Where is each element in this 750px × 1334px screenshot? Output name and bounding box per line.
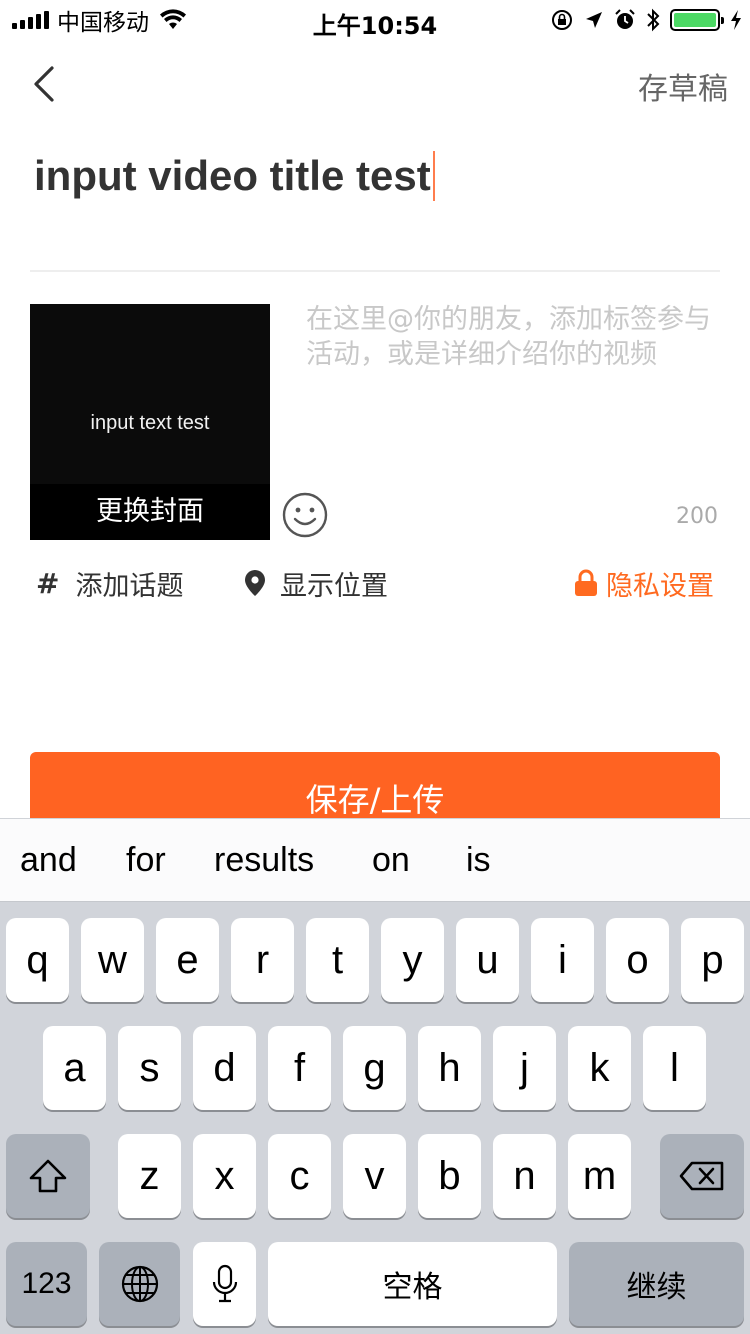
key-p[interactable]: p xyxy=(681,918,744,1002)
key-f[interactable]: f xyxy=(268,1026,331,1110)
title-divider xyxy=(30,270,720,272)
key-w[interactable]: w xyxy=(81,918,144,1002)
key-h[interactable]: h xyxy=(418,1026,481,1110)
back-button[interactable] xyxy=(22,62,66,106)
char-count: 200 xyxy=(676,504,718,529)
privacy-settings-button[interactable]: 隐私设置 xyxy=(574,563,714,603)
hash-icon: # xyxy=(36,566,60,600)
smiley-icon xyxy=(282,492,328,538)
key-s[interactable]: s xyxy=(118,1026,181,1110)
key-x[interactable]: x xyxy=(193,1134,256,1218)
location-pin-icon xyxy=(245,570,265,596)
key-j[interactable]: j xyxy=(493,1026,556,1110)
emoji-button[interactable] xyxy=(282,492,328,538)
key-z[interactable]: z xyxy=(118,1134,181,1218)
key-e[interactable]: e xyxy=(156,918,219,1002)
key-v[interactable]: v xyxy=(343,1134,406,1218)
key-n[interactable]: n xyxy=(493,1134,556,1218)
text-caret xyxy=(432,151,435,201)
delete-key[interactable] xyxy=(660,1134,744,1218)
save-upload-label: 保存/上传 xyxy=(305,781,445,818)
key-g[interactable]: g xyxy=(343,1026,406,1110)
suggestion-item[interactable]: is xyxy=(466,841,491,880)
suggestion-item[interactable]: on xyxy=(372,841,410,880)
numbers-key[interactable]: 123 xyxy=(6,1242,87,1326)
keyboard-suggestion-bar: and for results on is xyxy=(0,818,750,902)
change-cover-button[interactable]: 更换封面 xyxy=(30,484,270,540)
bluetooth-icon xyxy=(647,8,660,32)
key-b[interactable]: b xyxy=(418,1134,481,1218)
alarm-icon xyxy=(615,9,635,29)
space-key[interactable]: 空格 xyxy=(268,1242,557,1326)
key-a[interactable]: a xyxy=(43,1026,106,1110)
keyboard: q w e r t y u i o p a s d f g h j k l z … xyxy=(0,902,750,1334)
video-cover[interactable]: input text test 更换封面 xyxy=(30,304,270,540)
location-arrow-icon xyxy=(586,12,602,28)
continue-key[interactable]: 继续 xyxy=(569,1242,744,1326)
save-draft-button[interactable]: 存草稿 xyxy=(638,64,728,108)
microphone-key[interactable] xyxy=(193,1242,256,1326)
key-t[interactable]: t xyxy=(306,918,369,1002)
shift-key[interactable] xyxy=(6,1134,90,1218)
globe-icon xyxy=(121,1265,158,1303)
backspace-icon xyxy=(679,1161,724,1191)
chevron-left-icon xyxy=(34,66,54,102)
orientation-lock-icon xyxy=(552,10,572,30)
shift-arrow-icon xyxy=(29,1159,67,1193)
key-y[interactable]: y xyxy=(381,918,444,1002)
description-input[interactable]: 在这里@你的朋友，添加标签参与活动，或是详细介绍你的视频 xyxy=(306,302,716,372)
microphone-icon xyxy=(212,1264,237,1303)
globe-key[interactable] xyxy=(99,1242,180,1326)
key-o[interactable]: o xyxy=(606,918,669,1002)
status-bar: 中国移动 上午10:54 xyxy=(0,0,750,40)
add-topic-button[interactable]: # 添加话题 xyxy=(36,563,183,603)
save-upload-button[interactable]: 保存/上传 xyxy=(30,752,720,818)
suggestion-item[interactable]: and xyxy=(20,841,77,880)
cover-preview-text: input text test xyxy=(90,412,210,434)
privacy-settings-label: 隐私设置 xyxy=(606,570,714,602)
lock-icon xyxy=(575,569,597,596)
key-q[interactable]: q xyxy=(6,918,69,1002)
key-i[interactable]: i xyxy=(531,918,594,1002)
suggestion-item[interactable]: results xyxy=(214,841,314,880)
battery-icon xyxy=(670,9,724,31)
key-c[interactable]: c xyxy=(268,1134,331,1218)
video-title-input[interactable]: input video title test xyxy=(34,146,714,206)
key-r[interactable]: r xyxy=(231,918,294,1002)
show-location-button[interactable]: 显示位置 xyxy=(244,563,388,603)
add-topic-label: 添加话题 xyxy=(75,570,184,602)
key-k[interactable]: k xyxy=(568,1026,631,1110)
charging-bolt-icon xyxy=(731,10,741,30)
status-right xyxy=(550,7,742,33)
show-location-label: 显示位置 xyxy=(280,570,388,602)
suggestion-item[interactable]: for xyxy=(126,841,166,880)
key-u[interactable]: u xyxy=(456,918,519,1002)
key-m[interactable]: m xyxy=(568,1134,631,1218)
key-l[interactable]: l xyxy=(643,1026,706,1110)
key-d[interactable]: d xyxy=(193,1026,256,1110)
video-title-text: input video title test xyxy=(34,152,431,199)
